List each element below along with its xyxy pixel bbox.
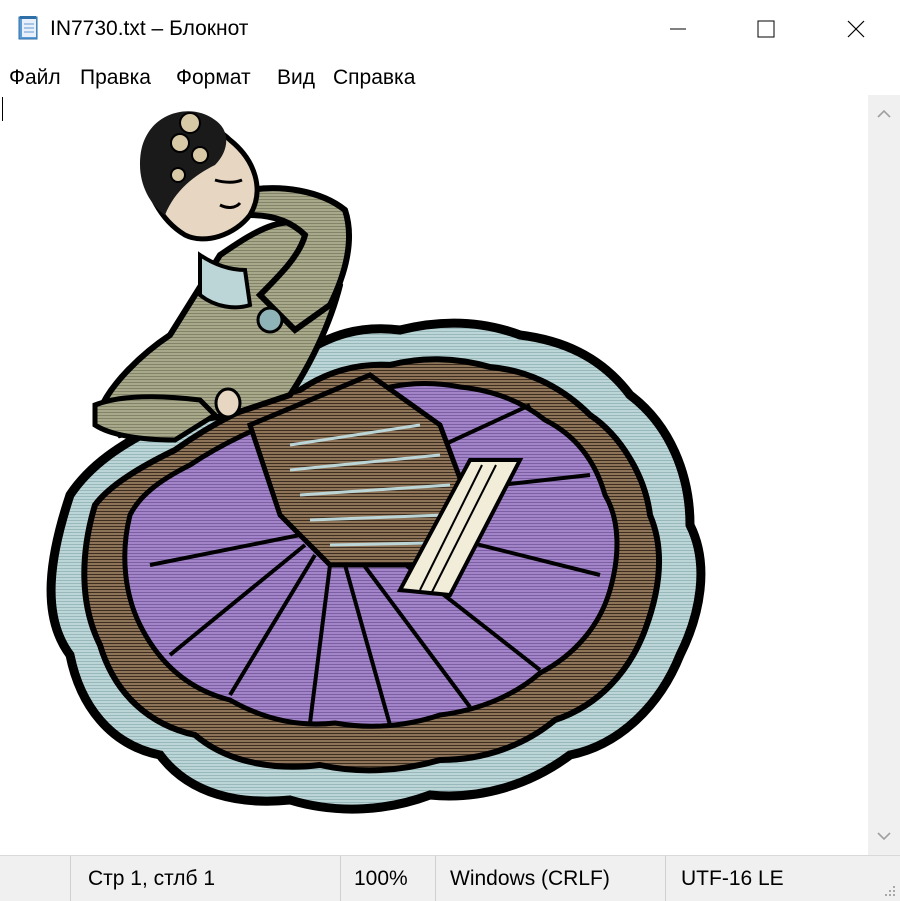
menu-view[interactable]: Вид: [277, 64, 315, 92]
close-icon: [847, 20, 865, 38]
menu-edit[interactable]: Правка: [80, 64, 151, 92]
notepad-icon: [18, 16, 38, 40]
status-separator: [665, 856, 666, 901]
status-encoding: UTF-16 LE: [681, 866, 784, 890]
minimize-button[interactable]: [632, 0, 724, 58]
resize-grip-icon[interactable]: [882, 883, 896, 897]
status-separator: [70, 856, 71, 901]
text-editor[interactable]: [0, 95, 868, 855]
menu-file[interactable]: Файл: [9, 64, 61, 92]
maximize-button[interactable]: [720, 0, 812, 58]
menu-help[interactable]: Справка: [333, 64, 415, 92]
menu-bar: Файл Правка Формат Вид Справка: [0, 60, 900, 94]
title-bar: IN7730.txt – Блокнот: [0, 0, 900, 58]
window-title: IN7730.txt – Блокнот: [50, 17, 249, 40]
status-separator: [435, 856, 436, 901]
vertical-scrollbar[interactable]: [868, 95, 900, 855]
status-bar: Стр 1, стлб 1 100% Windows (CRLF) UTF-16…: [0, 855, 900, 901]
minimize-icon: [670, 28, 686, 30]
status-line-endings: Windows (CRLF): [450, 866, 610, 890]
close-button[interactable]: [810, 0, 900, 58]
chevron-up-icon: [877, 109, 891, 118]
chevron-down-icon: [877, 832, 891, 841]
maximize-icon: [757, 20, 775, 38]
status-position: Стр 1, стлб 1: [88, 866, 216, 890]
scroll-down-button[interactable]: [868, 821, 900, 851]
dancer-ascii-art: [46, 111, 706, 814]
status-separator: [340, 856, 341, 901]
status-zoom: 100%: [354, 866, 408, 890]
menu-format[interactable]: Формат: [176, 64, 251, 92]
scroll-up-button[interactable]: [868, 99, 900, 129]
